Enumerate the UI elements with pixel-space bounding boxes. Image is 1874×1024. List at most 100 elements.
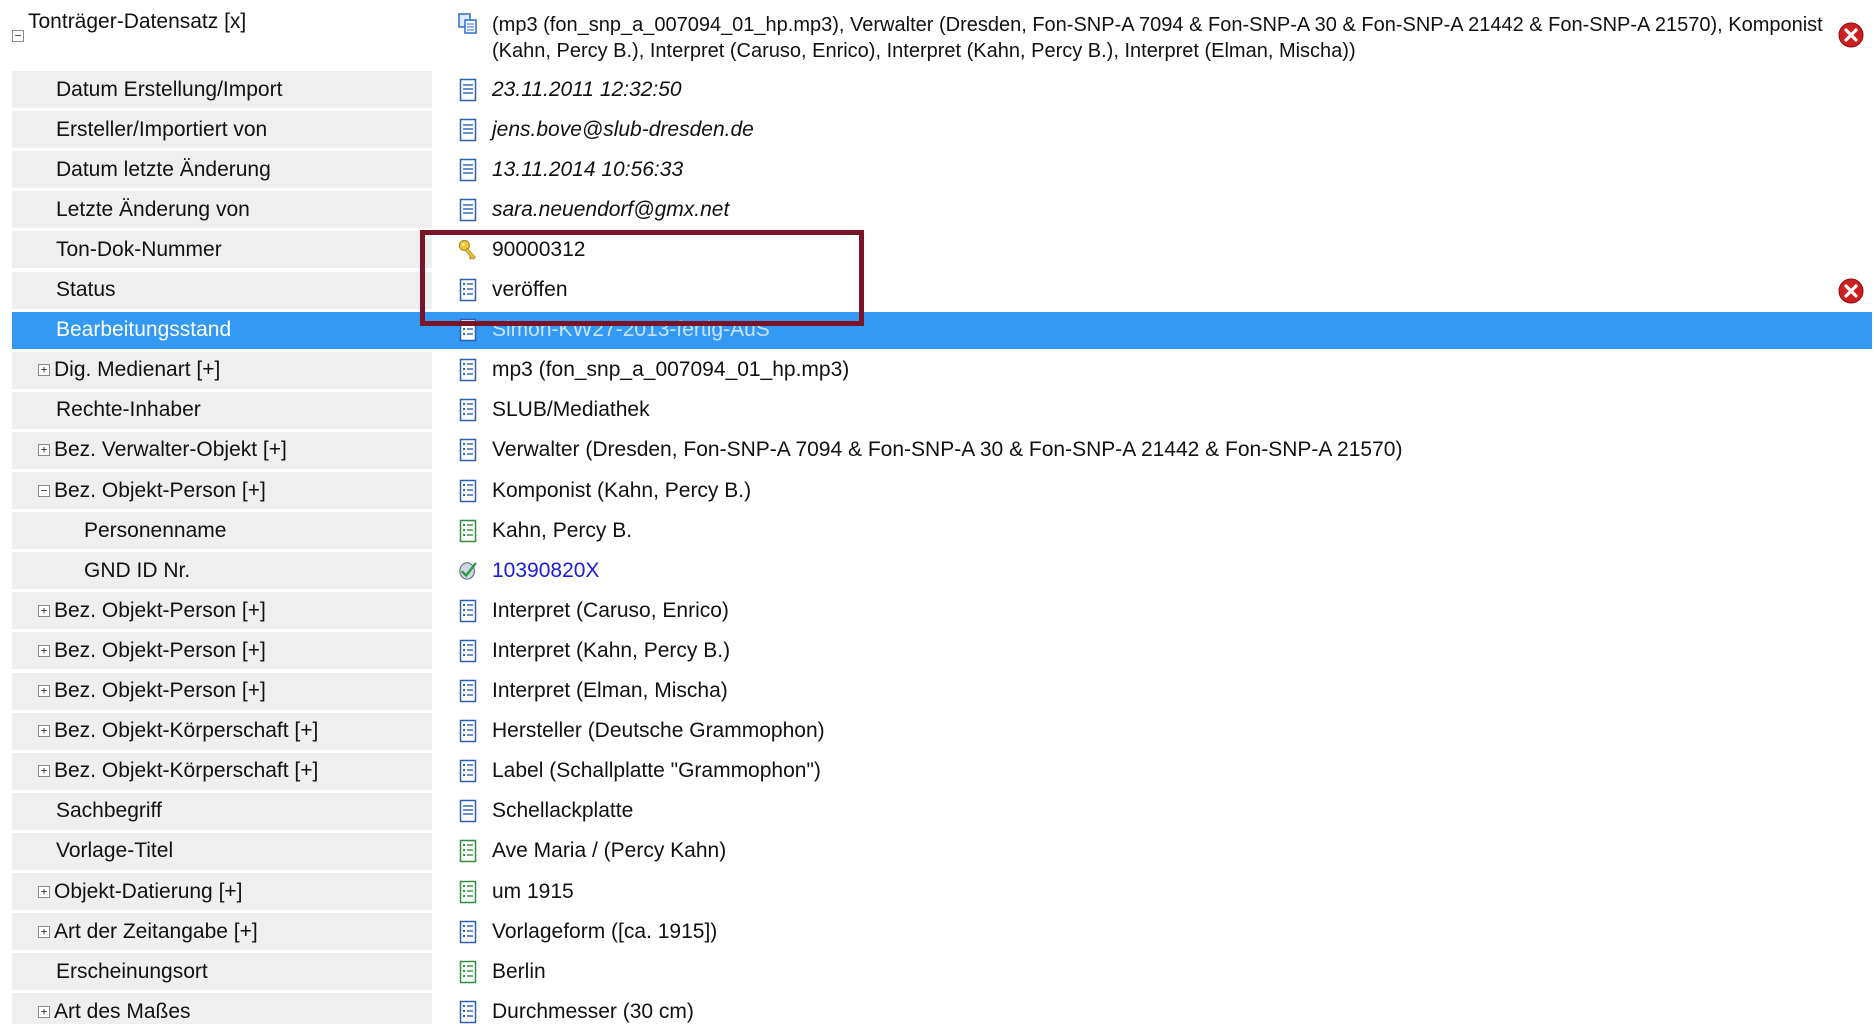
field-value: Schellackplatte (492, 799, 634, 823)
column-gap (432, 712, 450, 750)
document-icon (458, 198, 478, 222)
field-row-letzte-aenderung-von[interactable]: Letzte Änderung von sara.neuendorf@gmx.ne… (12, 191, 1872, 229)
field-value-cell[interactable]: um 1915 (450, 873, 1872, 910)
field-label: Erscheinungsort (56, 959, 208, 983)
field-value: um 1915 (492, 879, 574, 903)
field-label-cell: Rechte-Inhaber (12, 391, 432, 429)
expand-toggle[interactable]: + (38, 685, 50, 697)
field-value-cell[interactable]: jens.bove@slub-dresden.de (450, 111, 1872, 148)
field-value-cell[interactable]: veröffen (450, 272, 1872, 309)
field-row-art-der-zeitangabe[interactable]: + Art der Zeitangabe [+] Vorlageform ([ca.… (12, 913, 1872, 951)
field-value-cell[interactable]: Berlin (450, 953, 1872, 990)
field-row-status[interactable]: Status veröffen (12, 271, 1872, 309)
expand-toggle[interactable]: + (38, 765, 50, 778)
field-row-gnd-id-nr[interactable]: GND ID Nr. 10390820X (12, 552, 1872, 590)
field-label: Personenname (84, 518, 227, 542)
field-row-dig-medienart[interactable]: + Dig. Medienart [+] mp3 (fon_snp_a_007094… (12, 351, 1872, 389)
expand-toggle[interactable]: + (38, 604, 50, 617)
field-label-cell: + Art des Maßes (12, 993, 432, 1024)
field-label-cell: + Bez. Objekt-Körperschaft [+] (12, 752, 432, 790)
field-row-datum-letzte-aenderung[interactable]: Datum letzte Änderung 13.11.2014 10:56:33 (12, 151, 1872, 189)
field-row-personenname[interactable]: Personenname Kahn, Percy B. (12, 512, 1872, 550)
field-value-cell[interactable]: Label (Schallplatte "Grammophon") (450, 753, 1872, 790)
field-row-bez-objekt-koerperschaft[interactable]: + Bez. Objekt-Körperschaft [+] Label (Scha… (12, 752, 1872, 790)
field-row-bez-objekt-person[interactable]: + Bez. Objekt-Person [+] Interpret (Kahn, … (12, 632, 1872, 670)
field-label-cell: Ton-Dok-Nummer (12, 231, 432, 269)
field-row-datum-erstellung-import[interactable]: Datum Erstellung/Import 23.11.2011 12:32:… (12, 71, 1872, 108)
field-value-cell[interactable]: Interpret (Kahn, Percy B.) (450, 632, 1872, 669)
record-header-summary: (mp3 (fon_snp_a_007094_01_hp.mp3), Verwa… (492, 14, 1823, 62)
field-row-objekt-datierung[interactable]: + Objekt-Datierung [+] um 1915 (12, 873, 1872, 910)
field-label-cell: Vorlage-Titel (12, 832, 432, 870)
field-value-cell[interactable]: 13.11.2014 10:56:33 (450, 151, 1872, 188)
field-value-cell[interactable]: Interpret (Elman, Mischa) (450, 673, 1872, 710)
field-value-cell[interactable]: Durchmesser (30 cm) (450, 993, 1872, 1024)
field-row-bearbeitungsstand[interactable]: Bearbeitungsstand Simon-KW27-2013-fertig-… (12, 311, 1872, 349)
field-value-cell[interactable]: Schellackplatte (450, 793, 1872, 830)
column-gap (432, 552, 450, 590)
field-label: Datum Erstellung/Import (56, 77, 283, 101)
field-label-cell: GND ID Nr. (12, 552, 432, 590)
field-row-erscheinungsort[interactable]: Erscheinungsort Berlin (12, 953, 1872, 991)
field-row-art-des-masses[interactable]: + Art des Maßes Durchmesser (30 cm) (12, 993, 1872, 1024)
expand-toggle[interactable]: + (38, 444, 50, 457)
list-icon (458, 438, 478, 462)
field-label: Sachbegriff (56, 799, 162, 823)
expand-toggle[interactable]: + (38, 364, 50, 377)
field-row-ton-dok-nummer[interactable]: Ton-Dok-Nummer 90000312 (12, 231, 1872, 269)
field-label-cell: Letzte Änderung von (12, 191, 432, 229)
list-icon (458, 398, 478, 422)
field-row-bez-objekt-koerperschaft[interactable]: + Bez. Objekt-Körperschaft [+] Hersteller … (12, 712, 1872, 750)
field-value: mp3 (fon_snp_a_007094_01_hp.mp3) (492, 358, 850, 382)
field-value-cell[interactable]: Hersteller (Deutsche Grammophon) (450, 713, 1872, 750)
field-label-cell: − Bez. Objekt-Person [+] (12, 472, 432, 509)
field-label-cell: + Dig. Medienart [+] (12, 351, 432, 389)
field-value: 23.11.2011 12:32:50 (492, 77, 682, 101)
field-row-bez-verwalter-objekt[interactable]: + Bez. Verwalter-Objekt [+] Verwalter (Dre… (12, 431, 1872, 469)
copy-records-icon (458, 12, 478, 36)
field-row-bez-objekt-person[interactable]: + Bez. Objekt-Person [+] Interpret (Caruso… (12, 592, 1872, 630)
field-value-cell[interactable]: Verwalter (Dresden, Fon-SNP-A 7094 & Fon… (450, 432, 1872, 469)
expand-toggle[interactable]: + (38, 644, 50, 657)
field-value-cell[interactable]: 23.11.2011 12:32:50 (450, 71, 1872, 108)
field-value-cell[interactable]: Ave Maria / (Percy Kahn) (450, 833, 1872, 870)
field-value-cell[interactable]: Vorlageform ([ca. 1915]) (450, 913, 1872, 950)
collapse-toggle[interactable]: − (12, 30, 24, 42)
field-value-cell[interactable]: mp3 (fon_snp_a_007094_01_hp.mp3) (450, 352, 1872, 389)
field-label-cell: Datum letzte Änderung (12, 151, 432, 189)
column-gap (432, 792, 450, 830)
field-row-rechte-inhaber[interactable]: Rechte-Inhaber SLUB/Mediathek (12, 391, 1872, 429)
field-label: Bearbeitungsstand (56, 318, 232, 342)
field-row-ersteller-importiert-von[interactable]: Ersteller/Importiert von jens.bove@slub-d… (12, 111, 1872, 149)
field-label-cell: Erscheinungsort (12, 953, 432, 991)
field-value-cell[interactable]: Kahn, Percy B. (450, 512, 1872, 549)
field-row-bez-objekt-person[interactable]: + Bez. Objekt-Person [+] Interpret (Elman,… (12, 672, 1872, 710)
error-icon[interactable] (1838, 278, 1864, 304)
expand-toggle[interactable]: + (38, 925, 50, 938)
expand-toggle[interactable]: + (38, 725, 50, 738)
expand-toggle[interactable]: + (38, 885, 50, 898)
collapse-toggle[interactable]: − (38, 484, 50, 497)
field-value-cell[interactable]: Simon-KW27-2013-fertig-AuS (450, 311, 1872, 349)
column-gap (432, 592, 450, 630)
column-gap (432, 993, 450, 1024)
gnd-link[interactable]: 10390820X (492, 559, 599, 583)
field-value: 90000312 (492, 237, 586, 261)
field-value-cell[interactable]: Interpret (Caruso, Enrico) (450, 592, 1872, 629)
expand-toggle[interactable]: + (38, 1005, 50, 1018)
field-label-cell: Personenname (12, 512, 432, 550)
field-value-cell[interactable]: 90000312 (450, 231, 1872, 268)
field-row-bez-objekt-person[interactable]: − Bez. Objekt-Person [+] Komponist (Kahn, … (12, 472, 1872, 509)
field-value-cell[interactable]: 10390820X (450, 552, 1872, 589)
record-header-row[interactable]: − Tonträger-Datensatz [x] (mp3 (fon_snp_… (12, 6, 1872, 75)
field-label-cell: Datum Erstellung/Import (12, 71, 432, 108)
field-value-cell[interactable]: SLUB/Mediathek (450, 392, 1872, 429)
error-icon[interactable] (1838, 22, 1864, 48)
record-tree-view: − Tonträger-Datensatz [x] (mp3 (fon_snp_… (0, 0, 1874, 1024)
field-value-cell[interactable]: Komponist (Kahn, Percy B.) (450, 472, 1872, 509)
field-value-cell[interactable]: sara.neuendorf@gmx.net (450, 191, 1872, 228)
field-value: Kahn, Percy B. (492, 518, 633, 542)
field-row-vorlage-titel[interactable]: Vorlage-Titel Ave Maria / (Percy Kahn) (12, 832, 1872, 870)
field-row-sachbegriff[interactable]: Sachbegriff Schellackplatte (12, 792, 1872, 830)
field-value: Komponist (Kahn, Percy B.) (492, 478, 752, 502)
